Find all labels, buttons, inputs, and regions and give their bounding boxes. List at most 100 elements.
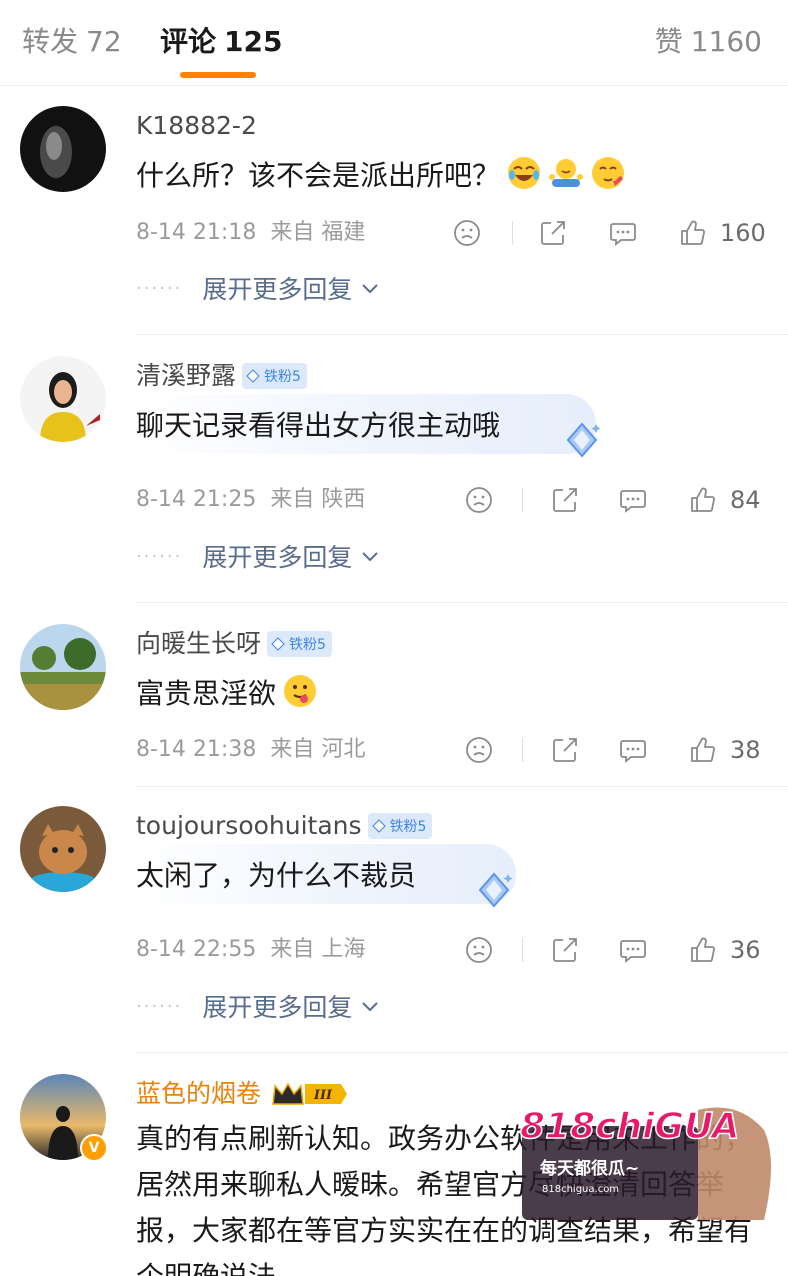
avatar[interactable] <box>20 106 106 192</box>
tab-repost-count: 72 <box>86 25 122 58</box>
tongue-face-emoji-icon <box>284 675 317 707</box>
expand-replies-label: 展开更多回复 <box>202 543 353 572</box>
fan-level-badge: 铁粉5 <box>267 631 332 657</box>
like-button[interactable]: 84 <box>688 482 761 518</box>
like-count: 84 <box>730 486 761 514</box>
expand-replies-label: 展开更多回复 <box>202 275 353 304</box>
thumbs-up-icon <box>691 737 715 762</box>
watermark-slogan: 每天都很瓜~ <box>540 1158 639 1179</box>
diamond-icon <box>246 369 260 383</box>
comment-text: 富贵思淫欲 <box>136 672 318 716</box>
thumbs-up-icon <box>681 220 705 245</box>
fan-level-badge: 铁粉5 <box>242 363 307 389</box>
comment-bubble-icon <box>620 490 646 513</box>
like-button[interactable]: 38 <box>688 732 761 768</box>
comment-meta: 8-14 21:38 来自 河北 <box>136 734 365 766</box>
crown-icon: III <box>272 1082 348 1105</box>
comment-divider <box>136 1052 788 1053</box>
share-button[interactable] <box>550 932 580 968</box>
shrug-emoji-icon <box>549 159 584 187</box>
dislike-button[interactable] <box>464 932 494 968</box>
chevron-down-icon <box>362 552 379 562</box>
tab-bar: 转发 72 评论 125 赞 1160 <box>0 0 788 86</box>
site-watermark: 818chiGUA 每天都很瓜~ 818chigua.com <box>519 1105 771 1220</box>
avatar[interactable] <box>20 624 106 710</box>
fan-badge-label: 铁粉5 <box>389 819 427 835</box>
avatar[interactable] <box>20 806 106 892</box>
share-button[interactable] <box>550 482 580 518</box>
laugh-cry-emoji-icon <box>508 157 541 189</box>
like-count: 36 <box>730 936 761 964</box>
comment-bubble-icon <box>610 223 636 246</box>
expand-replies-label: 展开更多回复 <box>202 993 353 1022</box>
username[interactable]: 清溪野露 <box>136 358 236 394</box>
share-icon <box>541 221 565 245</box>
diamond-icon <box>271 637 285 651</box>
reply-button[interactable] <box>618 482 648 518</box>
thumbs-up-icon <box>691 937 715 962</box>
username[interactable]: K18882-2 <box>136 108 257 144</box>
comment-text: 什么所？该不会是派出所吧？ <box>136 154 626 198</box>
like-count: 160 <box>720 219 766 247</box>
username[interactable]: 蓝色的烟卷 <box>136 1076 261 1112</box>
share-button[interactable] <box>550 732 580 768</box>
diamond-icon <box>371 819 386 833</box>
sparkle-diamond-icon <box>566 422 601 458</box>
share-icon <box>553 488 577 512</box>
active-tab-indicator <box>180 72 256 78</box>
expand-replies[interactable]: ······ 展开更多回复 <box>136 270 380 306</box>
expand-replies[interactable]: ······ 展开更多回复 <box>136 988 380 1024</box>
dots-decoration: ······ <box>136 277 183 299</box>
tab-repost-label: 转发 <box>22 25 79 58</box>
frown-face-icon <box>466 487 492 513</box>
share-button[interactable] <box>538 215 568 251</box>
tab-comments-label: 评论 <box>160 25 217 58</box>
tab-comments[interactable]: 评论 125 <box>160 22 282 62</box>
action-separator <box>522 938 523 962</box>
reply-button[interactable] <box>608 215 638 251</box>
member-crown-badge: III <box>271 1080 349 1108</box>
frown-face-icon <box>454 220 480 246</box>
reply-button[interactable] <box>618 732 648 768</box>
comment-location: 来自 上海 <box>270 937 366 962</box>
dislike-button[interactable] <box>464 732 494 768</box>
like-button[interactable]: 160 <box>678 215 766 251</box>
username[interactable]: 向暖生长呀 <box>136 626 261 662</box>
action-separator <box>512 221 513 245</box>
chevron-down-icon <box>362 284 379 294</box>
action-separator <box>522 488 523 512</box>
verified-badge-icon: V <box>80 1134 108 1162</box>
comment-meta: 8-14 21:25 来自 陕西 <box>136 484 365 516</box>
comment-text-content: 什么所？该不会是派出所吧？ <box>136 159 501 192</box>
reply-button[interactable] <box>618 932 648 968</box>
dots-decoration: ······ <box>136 545 183 567</box>
comment-meta: 8-14 21:18 来自 福建 <box>136 217 365 249</box>
frown-face-icon <box>466 737 492 763</box>
watermark-domain: 818chigua.com <box>542 1184 619 1195</box>
dislike-button[interactable] <box>464 482 494 518</box>
fan-badge-label: 铁粉5 <box>264 369 301 385</box>
like-button[interactable]: 36 <box>688 932 761 968</box>
comment-actions: 38 <box>450 732 770 768</box>
fan-badge-label: 铁粉5 <box>289 637 326 653</box>
tab-repost[interactable]: 转发 72 <box>22 22 122 62</box>
comment-time: 8-14 21:38 <box>136 737 257 762</box>
comment-divider <box>136 334 788 335</box>
comment-text-content: 富贵思淫欲 <box>136 677 277 710</box>
frown-face-icon <box>466 937 492 963</box>
crown-level-text: III <box>313 1088 333 1103</box>
comment-divider <box>136 786 788 787</box>
comment-time: 8-14 22:55 <box>136 937 257 962</box>
username[interactable]: toujoursoohuitans <box>136 808 362 844</box>
comment-text: 太闲了，为什么不裁员 <box>136 859 417 892</box>
like-count: 38 <box>730 736 761 764</box>
comment-actions: 160 <box>450 215 770 251</box>
comment-bubble-icon <box>620 740 646 763</box>
expand-replies[interactable]: ······ 展开更多回复 <box>136 538 380 574</box>
share-icon <box>553 938 577 962</box>
tab-likes[interactable]: 赞 1160 <box>655 22 762 62</box>
avatar[interactable] <box>20 356 106 442</box>
action-separator <box>522 738 523 762</box>
dislike-button[interactable] <box>452 215 482 251</box>
sparkle-diamond-icon <box>478 872 513 908</box>
